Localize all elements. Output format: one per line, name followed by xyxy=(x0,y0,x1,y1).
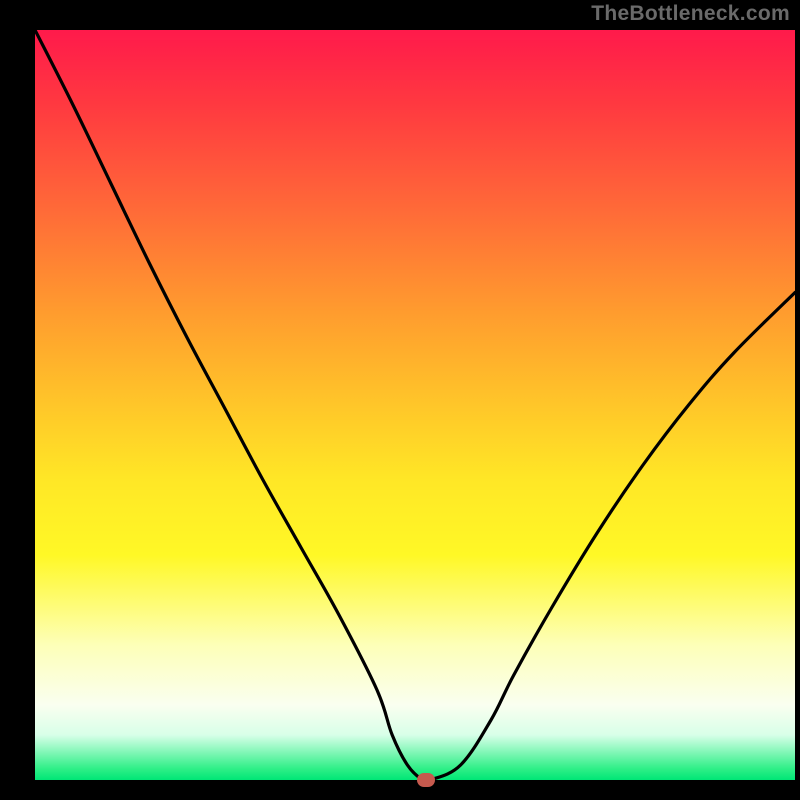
minimum-marker xyxy=(417,773,435,787)
bottleneck-curve xyxy=(35,30,795,780)
curve-svg xyxy=(35,30,795,780)
plot-area xyxy=(35,30,795,780)
chart-frame: TheBottleneck.com xyxy=(0,0,800,800)
watermark-text: TheBottleneck.com xyxy=(591,2,790,26)
